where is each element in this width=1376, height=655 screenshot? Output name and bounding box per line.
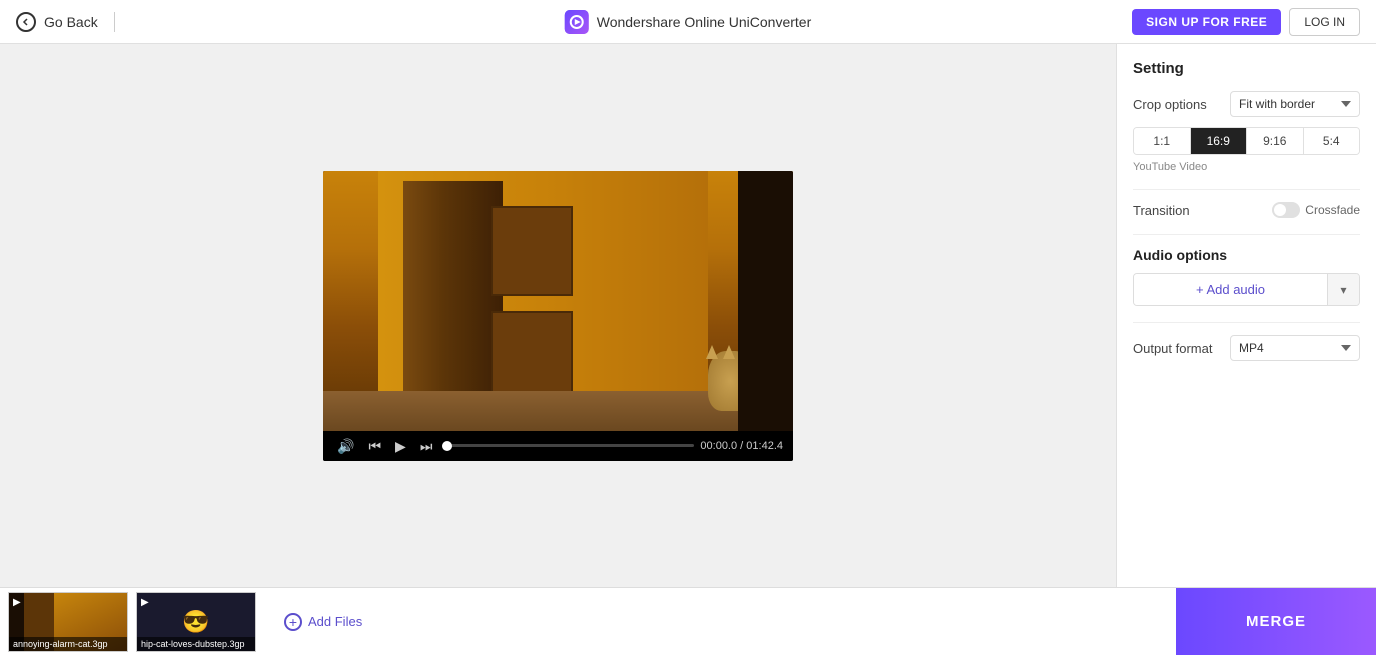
divider-1 [1133,189,1360,190]
video-player: 🔊 ⏮ ▶ ⏭ 00:00.0 / 01:42.4 [323,171,793,461]
main-layout: 🔊 ⏮ ▶ ⏭ 00:00.0 / 01:42.4 Setting Crop o… [0,44,1376,587]
video-frame-right-bar [738,171,793,431]
thumb-hip-emoji: 😎 [182,609,209,635]
right-settings-panel: Setting Crop options Fit with border Cro… [1116,44,1376,587]
skip-back-button[interactable]: ⏮ [364,437,385,455]
audio-options-title: Audio options [1133,247,1360,263]
divider-3 [1133,322,1360,323]
transition-label: Transition [1133,203,1190,218]
ratio-5-4-button[interactable]: 5:4 [1304,128,1360,154]
filmstrip-filename-2: hip-cat-loves-dubstep.3gp [141,639,245,649]
header-divider [114,12,115,32]
filmstrip-label-2: hip-cat-loves-dubstep.3gp [137,637,255,651]
filmstrip-play-icon-1: ▶ [13,597,21,608]
header-actions: SIGN UP FOR FREE LOG IN [1132,8,1360,36]
add-files-button[interactable]: + Add Files [264,613,382,631]
filmstrip: ▶ annoying-alarm-cat.3gp 😎 ▶ hip-cat-lov… [0,587,1376,655]
ratio-16-9-button[interactable]: 16:9 [1191,128,1248,154]
signup-button[interactable]: SIGN UP FOR FREE [1132,9,1281,35]
video-frame-door-panel2 [491,311,573,401]
video-frame-cat-ear-right [723,345,735,359]
settings-title: Setting [1133,60,1360,77]
ratio-buttons-group: 1:1 16:9 9:16 5:4 [1133,127,1360,155]
go-back-label: Go Back [44,14,98,30]
brand-name: Wondershare Online UniConverter [597,14,812,30]
add-files-label: Add Files [308,614,362,629]
mute-button[interactable]: 🔊 [333,437,358,455]
transition-row: Transition Crossfade [1133,202,1360,218]
time-current: 00:00.0 [700,440,737,452]
ratio-1-1-button[interactable]: 1:1 [1134,128,1191,154]
video-screen [323,171,793,431]
skip-forward-button[interactable]: ⏭ [416,437,437,455]
ratio-9-16-button[interactable]: 9:16 [1247,128,1304,154]
login-button[interactable]: LOG IN [1289,8,1360,36]
filmstrip-label-1: annoying-alarm-cat.3gp [9,637,127,651]
crop-options-label: Crop options [1133,97,1207,112]
crop-options-select[interactable]: Fit with border Crop to fill None [1230,91,1360,117]
video-area: 🔊 ⏮ ▶ ⏭ 00:00.0 / 01:42.4 [0,44,1116,587]
filmstrip-item-2[interactable]: 😎 ▶ hip-cat-loves-dubstep.3gp [136,592,256,652]
brand-center: Wondershare Online UniConverter [565,10,812,34]
add-audio-row: + Add audio ▾ [1133,273,1360,306]
add-files-icon: + [284,613,302,631]
add-audio-button[interactable]: + Add audio [1134,274,1327,305]
go-back-icon [16,12,36,32]
crossfade-control: Crossfade [1272,202,1360,218]
crossfade-label-text: Crossfade [1305,203,1360,217]
ratio-hint: YouTube Video [1133,161,1360,173]
progress-dot [442,441,452,451]
merge-button[interactable]: MERGE [1176,588,1376,655]
progress-bar[interactable] [442,444,694,447]
filmstrip-filename-1: annoying-alarm-cat.3gp [13,639,108,649]
video-frame-door [403,181,503,421]
brand-logo-icon [565,10,589,34]
output-format-select[interactable]: MP4 MOV AVI MKV GIF [1230,335,1360,361]
video-controls-bar: 🔊 ⏮ ▶ ⏭ 00:00.0 / 01:42.4 [323,431,793,461]
play-button[interactable]: ▶ [391,437,410,455]
filmstrip-play-icon-2: ▶ [141,597,149,608]
crossfade-toggle[interactable] [1272,202,1300,218]
output-format-label: Output format [1133,341,1212,356]
output-format-row: Output format MP4 MOV AVI MKV GIF [1133,335,1360,361]
add-audio-dropdown[interactable]: ▾ [1327,274,1359,305]
video-frame-door-panel1 [491,206,573,296]
filmstrip-item-1[interactable]: ▶ annoying-alarm-cat.3gp [8,592,128,652]
video-time: 00:00.0 / 01:42.4 [700,440,783,452]
crop-options-row: Crop options Fit with border Crop to fil… [1133,91,1360,117]
header: Go Back Wondershare Online UniConverter … [0,0,1376,44]
go-back-button[interactable]: Go Back [16,12,115,32]
divider-2 [1133,234,1360,235]
time-total: 01:42.4 [746,440,783,452]
video-frame-cat-ear-left [706,345,718,359]
